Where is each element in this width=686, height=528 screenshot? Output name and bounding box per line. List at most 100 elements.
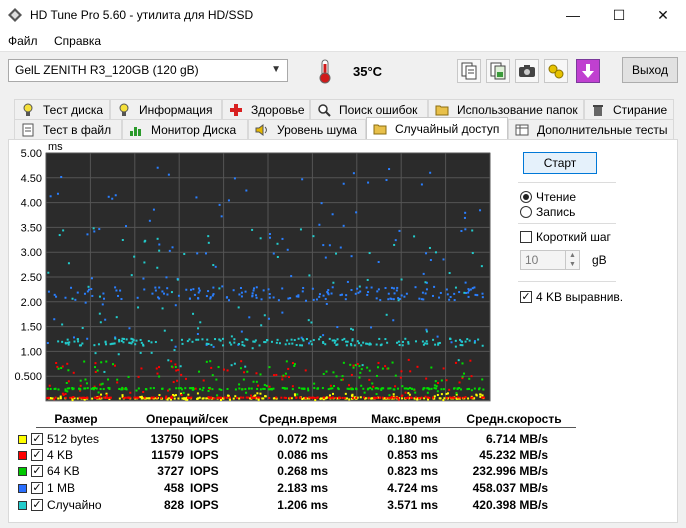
data-point [400, 370, 403, 373]
y-tick-label: 1.00 [21, 346, 42, 358]
tab-disk-monitor[interactable]: Монитор Диска [122, 119, 248, 139]
short-stroke-checkbox[interactable]: Короткий шаг [520, 230, 611, 244]
data-point [422, 272, 425, 275]
data-point [289, 396, 292, 399]
data-point [448, 272, 451, 275]
data-point [481, 396, 484, 399]
data-point [298, 396, 301, 399]
data-point [119, 289, 122, 292]
data-point [250, 394, 253, 397]
short-stroke-spinner[interactable]: 10 ▲ ▼ [520, 250, 580, 270]
maximize-button[interactable]: ☐ [596, 0, 642, 30]
table-row-label[interactable]: ✓ 4 KB [18, 447, 73, 463]
data-point [453, 292, 456, 295]
data-point [226, 387, 229, 390]
start-button[interactable]: Старт [523, 152, 597, 174]
data-point [237, 306, 240, 309]
data-point [219, 399, 222, 402]
tab-label: Тест диска [43, 102, 104, 117]
data-point [454, 345, 457, 348]
data-point [212, 345, 215, 348]
align-checkbox[interactable]: ✓ 4 KB выравнив. [520, 290, 623, 304]
data-point [260, 298, 263, 301]
minimize-button[interactable]: — [550, 0, 596, 30]
data-point [468, 377, 471, 380]
data-point [173, 394, 176, 397]
data-point [369, 386, 372, 389]
menu-help[interactable]: Справка [54, 34, 101, 48]
data-point [252, 289, 255, 292]
data-point [232, 289, 235, 292]
data-point [342, 361, 345, 364]
table-row-label[interactable]: ✓ 512 bytes [18, 431, 99, 447]
data-point [373, 397, 376, 400]
table-row-label[interactable]: ✓ 64 KB [18, 463, 80, 479]
data-point [94, 370, 97, 373]
data-point [93, 396, 96, 399]
copy-image-icon[interactable] [486, 59, 510, 83]
data-point [313, 387, 316, 390]
data-point [319, 397, 322, 400]
tab-erase[interactable]: Стирание [584, 99, 674, 119]
data-point [454, 286, 457, 289]
tab-extra-tests[interactable]: Дополнительные тесты [508, 119, 674, 139]
camera-icon[interactable] [515, 59, 539, 83]
data-point [386, 341, 389, 344]
data-point [259, 392, 262, 395]
tab-info[interactable]: Информация [110, 99, 222, 119]
data-point [263, 387, 266, 390]
data-point [71, 388, 74, 391]
read-radio[interactable]: Чтение [520, 190, 576, 204]
close-button[interactable]: ✕ [640, 0, 686, 30]
tab-disk-test[interactable]: Тест диска [14, 99, 110, 119]
data-point [230, 343, 233, 346]
data-point [151, 292, 154, 295]
data-point [211, 388, 214, 391]
data-point [81, 342, 84, 345]
row-iops: 11579 [151, 448, 184, 462]
exit-button[interactable]: Выход [622, 57, 678, 83]
data-point [272, 296, 275, 299]
data-point [370, 286, 373, 289]
data-point [170, 339, 173, 342]
data-point [152, 387, 155, 390]
tab-file-benchmark[interactable]: Тест в файл [14, 119, 122, 139]
data-point [428, 396, 431, 399]
data-point [86, 337, 89, 340]
tab-random-access[interactable]: Случайный доступ [366, 117, 508, 140]
data-point [343, 337, 346, 340]
write-radio[interactable]: Запись [520, 205, 575, 219]
data-point [381, 396, 384, 399]
data-point [78, 344, 81, 347]
spinner-arrows-icon[interactable]: ▲ ▼ [565, 251, 579, 269]
data-point [220, 215, 223, 218]
data-point [170, 365, 173, 368]
data-point [351, 339, 354, 342]
data-point [103, 297, 106, 300]
tab-error-scan[interactable]: Поиск ошибок [310, 99, 428, 119]
tab-health[interactable]: Здоровье [222, 99, 310, 119]
menu-file[interactable]: Файл [8, 34, 38, 48]
data-point [348, 398, 351, 401]
tab-noise-level[interactable]: Уровень шума [248, 119, 366, 139]
data-point [49, 195, 52, 198]
data-point [259, 388, 262, 391]
data-point [294, 394, 297, 397]
table-row-label[interactable]: ✓ Случайно [18, 497, 102, 513]
data-point [77, 340, 80, 343]
data-point [383, 397, 386, 400]
data-point [57, 340, 60, 343]
tab-folder-usage[interactable]: Использование папок [428, 99, 584, 119]
options-icon[interactable] [544, 59, 568, 83]
data-point [461, 362, 464, 365]
download-icon[interactable] [576, 59, 600, 83]
copy-text-icon[interactable] [457, 59, 481, 83]
data-point [199, 388, 202, 391]
data-point [390, 298, 393, 301]
data-point [268, 292, 271, 295]
table-row-label[interactable]: ✓ 1 MB [18, 480, 75, 496]
data-point [137, 375, 140, 378]
data-point [183, 397, 186, 400]
tab-label: Уровень шума [277, 122, 357, 137]
drive-select[interactable]: GelL ZENITH R3_120GB (120 gB) ▼ [8, 59, 288, 82]
